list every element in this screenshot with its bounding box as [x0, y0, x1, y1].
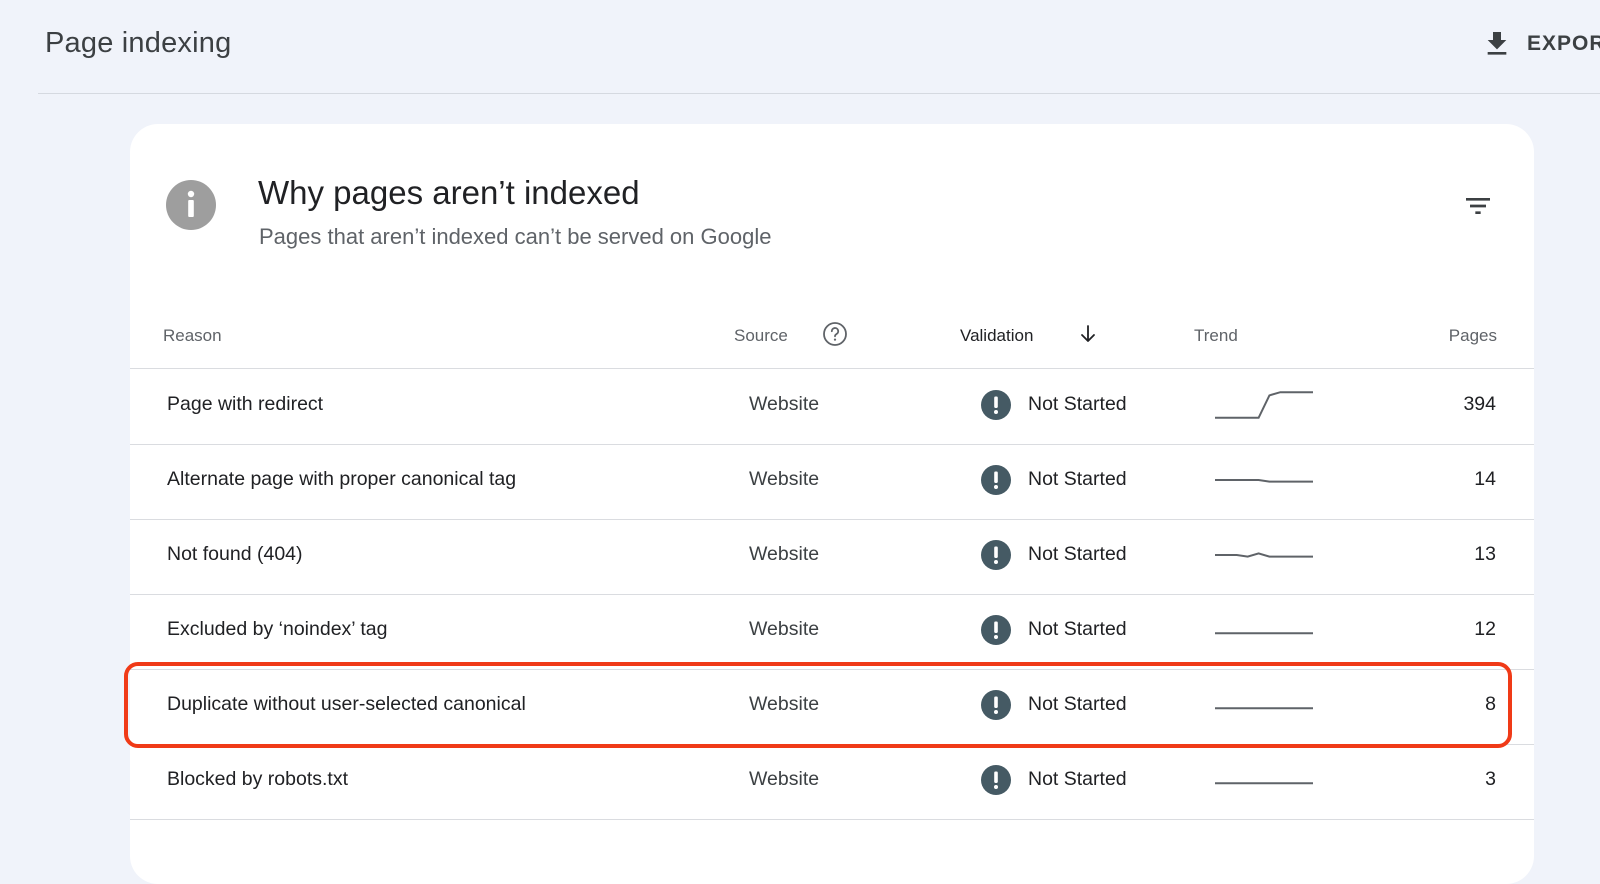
help-icon[interactable] — [822, 321, 848, 347]
alert-icon — [981, 540, 1011, 570]
pages-count: 12 — [1474, 618, 1496, 640]
source-cell: Website — [749, 468, 820, 490]
reason-cell: Blocked by robots.txt — [167, 768, 349, 790]
trend-sparkline — [1215, 632, 1313, 635]
card-title: Why pages aren’t indexed — [258, 174, 640, 211]
page-header: Page indexing EXPOR — [0, 0, 1600, 94]
pages-count: 13 — [1474, 543, 1496, 565]
table-row[interactable]: Page with redirect Website Not Started 394 — [130, 369, 1534, 445]
trend-sparkline — [1215, 707, 1313, 710]
validation-status: Not Started — [1028, 468, 1127, 490]
pages-count: 3 — [1485, 768, 1496, 790]
validation-status: Not Started — [1028, 393, 1127, 415]
reason-cell: Duplicate without user-selected canonica… — [167, 693, 526, 715]
column-header-source[interactable]: Source — [734, 326, 788, 346]
column-header-trend: Trend — [1194, 326, 1238, 345]
trend-line — [1215, 391, 1313, 419]
pages-count: 8 — [1485, 693, 1496, 715]
trend-line — [1215, 479, 1313, 483]
card-subtitle: Pages that aren’t indexed can’t be serve… — [259, 224, 772, 249]
reason-cell: Alternate page with proper canonical tag — [167, 468, 517, 490]
export-button[interactable]: EXPOR — [1481, 28, 1600, 60]
source-cell: Website — [749, 393, 820, 415]
column-header-reason[interactable]: Reason — [163, 326, 222, 346]
table-row[interactable]: Duplicate without user-selected canonica… — [130, 669, 1534, 745]
source-cell: Website — [749, 693, 820, 715]
filter-icon[interactable] — [1462, 190, 1494, 222]
validation-status: Not Started — [1028, 693, 1127, 715]
header-divider — [38, 93, 1600, 94]
table-row[interactable]: Blocked by robots.txt Website Not Started 3 — [130, 744, 1534, 820]
pages-count: 14 — [1474, 468, 1496, 490]
alert-icon — [981, 465, 1011, 495]
alert-icon — [981, 615, 1011, 645]
trend-sparkline — [1215, 552, 1313, 558]
table-row[interactable]: Excluded by ‘noindex’ tag Website Not Star… — [130, 594, 1534, 670]
validation-status: Not Started — [1028, 543, 1127, 565]
source-cell: Website — [749, 618, 820, 640]
info-icon — [166, 180, 216, 230]
not-indexed-card: Why pages aren’t indexed Pages that aren… — [130, 124, 1534, 884]
download-icon — [1487, 32, 1507, 55]
trend-line — [1215, 552, 1313, 558]
alert-icon — [981, 390, 1011, 420]
trend-sparkline — [1215, 782, 1313, 785]
page-title: Page indexing — [45, 27, 232, 59]
source-cell: Website — [749, 543, 820, 565]
table-header: Reason Source Validation Trend Pages — [130, 304, 1534, 369]
table-row[interactable]: Alternate page with proper canonical tag… — [130, 444, 1534, 520]
source-cell: Website — [749, 768, 820, 790]
column-header-pages[interactable]: Pages — [1449, 326, 1497, 346]
table-row[interactable]: Not found (404) Website Not Started 13 — [130, 519, 1534, 595]
export-label: EXPOR — [1527, 32, 1600, 55]
reason-cell: Not found (404) — [167, 543, 303, 565]
reason-cell: Excluded by ‘noindex’ tag — [167, 618, 388, 640]
column-header-validation[interactable]: Validation — [960, 326, 1033, 346]
reason-cell: Page with redirect — [167, 393, 324, 415]
trend-sparkline — [1215, 479, 1313, 483]
validation-status: Not Started — [1028, 618, 1127, 640]
validation-status: Not Started — [1028, 768, 1127, 790]
alert-icon — [981, 765, 1011, 795]
pages-count: 394 — [1463, 393, 1496, 415]
arrow-down-icon[interactable] — [1076, 322, 1100, 346]
alert-icon — [981, 690, 1011, 720]
trend-sparkline — [1215, 391, 1313, 419]
